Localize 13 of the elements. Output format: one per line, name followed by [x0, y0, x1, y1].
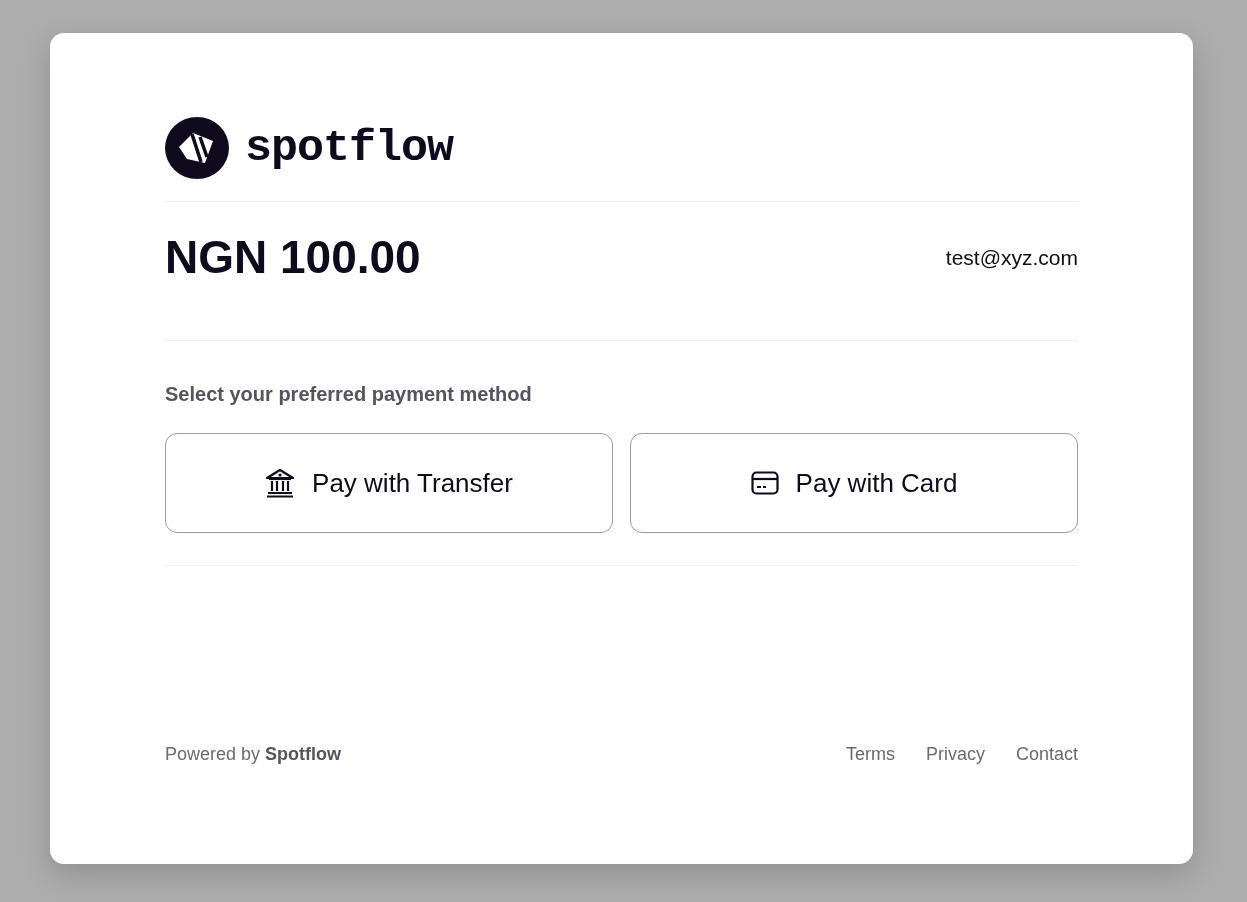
- pay-with-card-button[interactable]: Pay with Card: [630, 433, 1078, 533]
- footer-link[interactable]: Terms: [845, 743, 895, 765]
- footer-link[interactable]: Contact: [1015, 743, 1078, 765]
- payment-amount: NGN 100.00: [165, 230, 421, 285]
- footer-link[interactable]: Privacy: [925, 743, 985, 765]
- section-heading: Select your preferred payment method: [165, 382, 533, 406]
- credit-card-icon: [750, 471, 779, 495]
- customer-email: test@xyz.com: [945, 244, 1078, 271]
- pay-with-transfer-button[interactable]: Pay with Transfer: [165, 433, 613, 533]
- powered-by-text: Powered by Spotflow: [165, 743, 342, 765]
- logo-icon: [165, 117, 229, 179]
- bank-icon: [265, 468, 296, 498]
- brand-name: spotflow: [245, 125, 454, 171]
